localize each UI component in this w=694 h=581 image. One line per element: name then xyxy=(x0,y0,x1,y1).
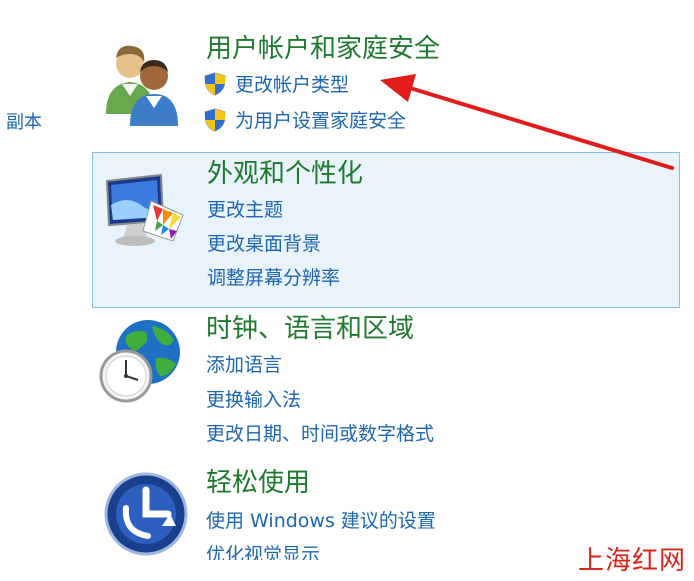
category-clock-language-region: 时钟、语言和区域 添加语言 更换输入法 更改日期、时间或数字格式 xyxy=(92,310,678,450)
category-title-appearance[interactable]: 外观和个性化 xyxy=(207,157,363,191)
uac-shield-icon xyxy=(204,72,226,96)
control-panel-page: 副本 用户帐户和家庭安全 更改帐户类型 为用户设置家庭安全 外观和个性化 更改主… xyxy=(0,0,694,581)
category-title-clock-language-region[interactable]: 时钟、语言和区域 xyxy=(206,312,414,346)
task-add-language[interactable]: 添加语言 xyxy=(206,352,282,378)
sidebar-copy-link[interactable]: 副本 xyxy=(6,108,42,134)
task-change-input-method[interactable]: 更换输入法 xyxy=(206,387,301,413)
globe-clock-icon[interactable] xyxy=(96,314,188,406)
category-user-accounts: 用户帐户和家庭安全 更改帐户类型 为用户设置家庭安全 xyxy=(92,28,678,138)
category-title-ease-of-access[interactable]: 轻松使用 xyxy=(206,466,310,500)
category-appearance: 外观和个性化 更改主题 更改桌面背景 调整屏幕分辨率 xyxy=(92,152,680,308)
task-change-account-type[interactable]: 更改帐户类型 xyxy=(235,72,349,98)
monitor-palette-icon[interactable] xyxy=(97,165,189,257)
task-change-desktop-background[interactable]: 更改桌面背景 xyxy=(207,231,321,257)
task-change-date-format[interactable]: 更改日期、时间或数字格式 xyxy=(206,421,434,447)
watermark-logo: 上海红网 xyxy=(577,546,686,576)
task-family-safety[interactable]: 为用户设置家庭安全 xyxy=(235,108,406,134)
task-recommended-settings[interactable]: 使用 Windows 建议的设置 xyxy=(206,508,436,534)
users-icon[interactable] xyxy=(96,36,188,128)
ease-of-access-icon[interactable] xyxy=(96,468,188,560)
task-adjust-resolution[interactable]: 调整屏幕分辨率 xyxy=(207,265,340,291)
uac-shield-icon xyxy=(204,108,226,132)
category-title-user-accounts[interactable]: 用户帐户和家庭安全 xyxy=(206,32,440,66)
task-change-theme[interactable]: 更改主题 xyxy=(207,197,283,223)
